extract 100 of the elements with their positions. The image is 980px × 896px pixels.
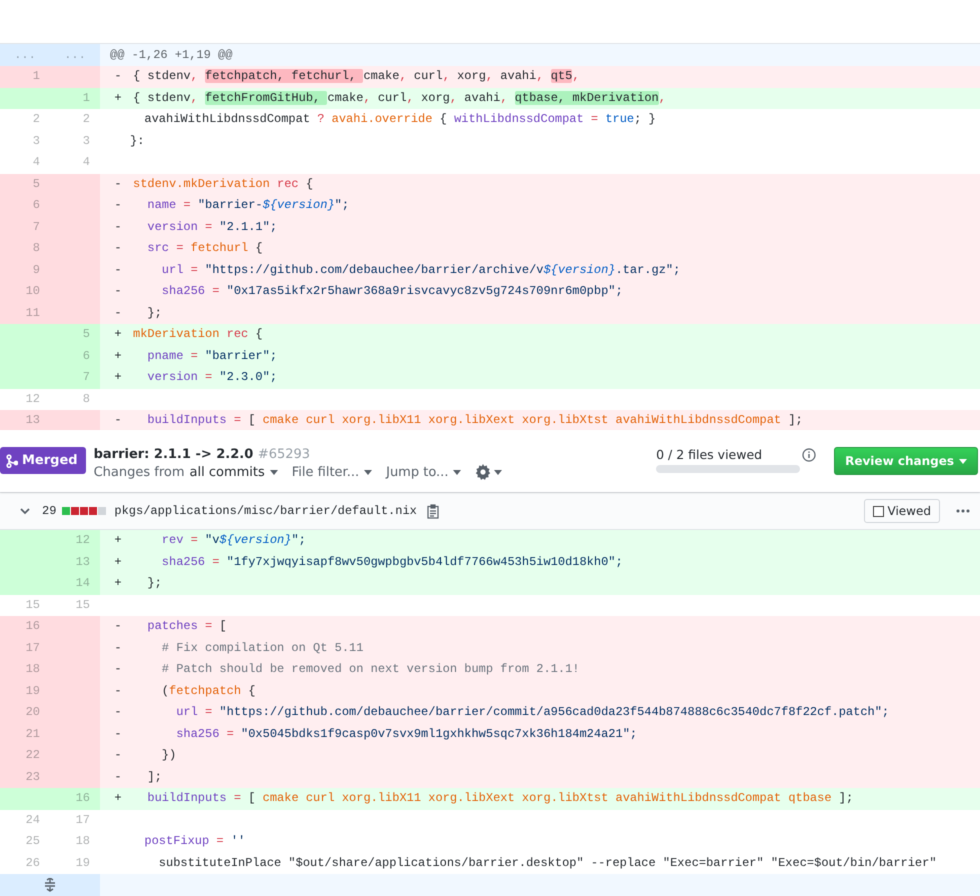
line-number: 26	[26, 856, 40, 870]
line-number: 17	[76, 812, 90, 826]
diff-sign: -	[113, 682, 123, 700]
line-number: 7	[82, 370, 90, 384]
line-number: 20	[26, 705, 40, 719]
expand-icon[interactable]	[43, 878, 57, 892]
collapse-button[interactable]	[20, 508, 30, 514]
diff-sign: -	[113, 726, 123, 742]
expand-cell[interactable]	[0, 874, 100, 896]
code-line: sha256 = "0x5045bdks1f9casp0v7svx9ml1gxhkhw5sqc7xk36h184m24a21";	[175, 726, 638, 742]
pr-title: barrier: 2.1.1 -> 2.2.0 #65293	[94, 447, 312, 462]
diff-sign: -	[113, 262, 123, 278]
clipboard-icon[interactable]	[426, 504, 439, 518]
line-number: 2	[82, 112, 90, 126]
line-number: 3	[82, 134, 90, 148]
diff-sign: +	[113, 326, 123, 343]
line-number: 13	[76, 554, 90, 568]
line-number: 23	[26, 770, 40, 784]
diff-sign: -	[113, 661, 123, 678]
code-line: })	[160, 747, 176, 764]
line-number: 22	[26, 748, 40, 762]
line-number: 8	[32, 241, 40, 255]
info-icon[interactable]	[802, 448, 816, 462]
line-number: 11	[26, 306, 40, 320]
line-number: ...	[64, 48, 86, 62]
diff-sign: -	[113, 640, 123, 656]
code-line: url = "https://github.com/debauchee/barrier/archive/v${version}.tar.gz";	[160, 262, 680, 278]
code-line: url = "https://github.com/debauchee/barrier/commit/a956cad0da23f544b874888c6c3540dc7f8f22cf.patch";	[175, 704, 890, 721]
change-count: 29	[42, 504, 56, 518]
diff-sign: -	[113, 704, 123, 721]
code-line: # Fix compilation on Qt 5.11	[160, 640, 364, 656]
code-line: version = "2.3.0";	[146, 369, 278, 386]
code-line: patches = [	[146, 618, 227, 635]
settings-icon	[475, 464, 492, 480]
viewed-checkbox[interactable]: Viewed	[864, 499, 940, 523]
code-line: sha256 = "1fy7xjwqyisapf8wv50gwpbgbv5b4ldf7766w453h5iw10d18kh0";	[160, 554, 623, 570]
code-line: (fetchpatch {	[160, 682, 256, 700]
line-number: 6	[82, 348, 90, 362]
code-line: buildInputs = [ cmake curl xorg.libX11 xorg.libXext xorg.libXtst avahiWithLibdnssdCompat qtbase ];	[146, 790, 854, 807]
hunk-header: @@ -1,26 +1,19 @@	[110, 47, 232, 64]
line-number: 3	[32, 134, 40, 148]
code-line: name = "barrier-${version}";	[146, 197, 350, 214]
code-line: avahiWithLibdnssdCompat ? avahi.override { withLibdnssdCompat = true; }	[143, 111, 656, 128]
line-number: 4	[32, 155, 40, 169]
diff-sign: -	[113, 218, 123, 236]
line-number: 18	[76, 834, 90, 848]
line-number: 5	[82, 327, 90, 341]
caret-icon	[959, 458, 967, 464]
line-number: 24	[26, 812, 40, 826]
more-icon[interactable]	[956, 509, 970, 513]
dropdown-menu[interactable]: Changes from all commits	[94, 464, 278, 480]
diff-sign: +	[113, 90, 123, 106]
diff-sign: -	[113, 283, 123, 300]
diff-sign: -	[113, 240, 123, 257]
code-line: { stdenv, fetchpatch, fetchurl, cmake, curl, xorg, avahi, qt5,	[133, 68, 580, 85]
diff-sign: +	[113, 369, 123, 386]
code-line: substituteInPlace "$out/share/applications/barrier.desktop" --replace "Exec=barrier" "Exec=$out/bin/barrier"	[158, 854, 937, 872]
line-number: 7	[32, 220, 40, 234]
line-number: 14	[76, 576, 90, 590]
code-line: rev = "v${version}";	[160, 532, 306, 549]
dropdown-menu[interactable]: Jump to...	[386, 464, 462, 480]
diff-sign: +	[113, 348, 123, 364]
line-number: 16	[26, 619, 40, 633]
settings-button[interactable]	[475, 464, 502, 480]
line-number: 25	[26, 834, 40, 848]
diff-sign: -	[113, 176, 123, 192]
code-line: postFixup = ''	[143, 833, 246, 850]
line-number: 4	[82, 155, 90, 169]
line-number: 17	[26, 640, 40, 654]
line-number: 12	[76, 533, 90, 547]
line-number: 18	[26, 662, 40, 676]
diff-sign: -	[113, 304, 123, 322]
code-line: { stdenv, fetchFromGitHub, cmake, curl, xorg, avahi, qtbase, mkDerivation,	[133, 90, 666, 106]
diff-sign: -	[113, 197, 123, 214]
files-viewed-label: 0 / 2 files viewed	[656, 447, 762, 462]
code-line: buildInputs = [ cmake curl xorg.libX11 xorg.libXext xorg.libXtst avahiWithLibdnssdCompat ];	[146, 412, 803, 429]
code-line: # Patch should be removed on next version bump from 2.1.1!	[160, 661, 580, 678]
diff-sign: +	[113, 554, 123, 570]
line-number: 2	[32, 112, 40, 126]
line-number: 8	[82, 392, 90, 406]
caret-icon	[270, 470, 278, 474]
chevron-icon	[20, 508, 30, 514]
code-line: stdenv.mkDerivation rec {	[133, 176, 314, 192]
code-line: }:	[129, 132, 144, 150]
line-number: 12	[26, 392, 40, 406]
code-line: };	[146, 304, 162, 322]
merged-badge: Merged	[0, 447, 86, 474]
line-number: ...	[14, 48, 36, 62]
dropdown-menu[interactable]: File filter...	[292, 464, 372, 480]
caret-icon	[453, 470, 462, 474]
caret-icon	[364, 470, 372, 474]
line-number: 9	[32, 262, 40, 276]
diff-sign: -	[113, 618, 123, 635]
line-number: 16	[76, 791, 90, 805]
code-line: sha256 = "0x17as5ikfx2r5hawr368a9risvcavyc8zv5g724s709nr6m0pbp";	[160, 283, 623, 300]
code-line: mkDerivation rec {	[133, 326, 263, 343]
code-line: };	[146, 575, 162, 592]
line-number: 21	[26, 726, 40, 740]
code-line: version = "2.1.1";	[146, 218, 278, 236]
diff-sign: +	[113, 790, 123, 807]
